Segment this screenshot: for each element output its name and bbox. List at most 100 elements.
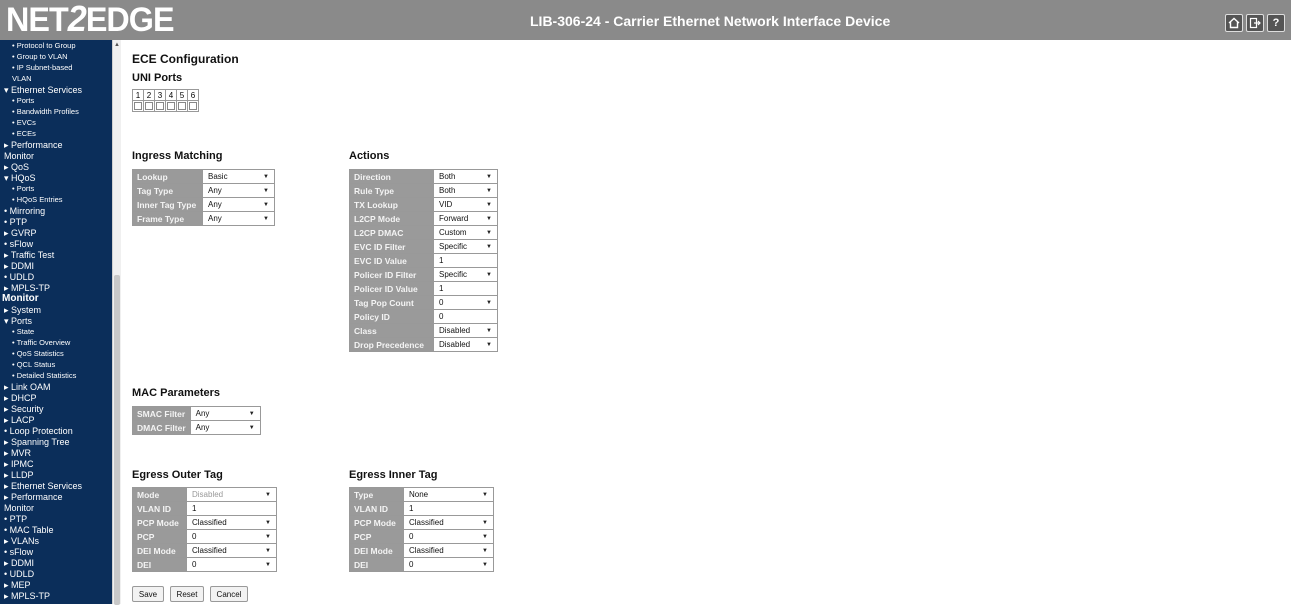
pcp-mode-select[interactable]: Classified ▼ <box>406 517 491 529</box>
sidebar-item-sflow[interactable]: • sFlow <box>4 547 33 557</box>
sidebar-item-udld[interactable]: • UDLD <box>4 569 34 579</box>
logout-icon[interactable] <box>1246 14 1264 32</box>
scrollbar-thumb[interactable] <box>114 275 120 605</box>
drop-precedence-select[interactable]: Disabled ▼ <box>436 339 495 351</box>
policer-id-value-input[interactable]: 1 <box>436 284 495 293</box>
sidebar-item-monitor[interactable]: Monitor <box>4 503 34 513</box>
sidebar-item-state[interactable]: • State <box>12 327 34 337</box>
sidebar-item-hqos-entries[interactable]: • HQoS Entries <box>12 195 63 205</box>
sidebar-item-ip-subnet-based[interactable]: • IP Subnet-based <box>12 63 72 73</box>
home-icon[interactable] <box>1225 14 1243 32</box>
sidebar-item-spanning-tree[interactable]: ▸ Spanning Tree <box>4 437 70 447</box>
sidebar-item-detailed-statistics[interactable]: • Detailed Statistics <box>12 371 76 381</box>
rule-type-select[interactable]: Both ▼ <box>436 185 495 197</box>
sidebar-item-dhcp[interactable]: ▸ DHCP <box>4 393 37 403</box>
sidebar-item-mvr[interactable]: ▸ MVR <box>4 448 31 458</box>
sidebar-item-vlan[interactable]: VLAN <box>12 74 32 84</box>
frame-type-select[interactable]: Any ▼ <box>205 213 272 225</box>
dei-mode-select[interactable]: Classified ▼ <box>406 545 491 557</box>
sidebar-item-ethernet-services[interactable]: ▾ Ethernet Services <box>4 85 82 95</box>
sidebar-item-traffic-overview[interactable]: • Traffic Overview <box>12 338 70 348</box>
cancel-button[interactable]: Cancel <box>210 586 248 602</box>
uni-port-checkbox[interactable] <box>178 102 186 111</box>
tx-lookup-select[interactable]: VID ▼ <box>436 199 495 211</box>
frame-type-value-cell: Any ▼ <box>202 211 275 226</box>
sidebar-item-link-oam[interactable]: ▸ Link OAM <box>4 382 51 392</box>
pcp-mode-select[interactable]: Classified ▼ <box>189 517 274 529</box>
sidebar-item-lacp[interactable]: ▸ LACP <box>4 415 35 425</box>
sidebar-item-mep[interactable]: ▸ MEP <box>4 580 31 590</box>
class-label: Class <box>349 323 434 338</box>
uni-port-checkbox[interactable] <box>189 102 197 111</box>
sidebar-item-qos[interactable]: ▸ QoS <box>4 162 29 172</box>
sidebar-item-protocol-to-group[interactable]: • Protocol to Group <box>12 41 76 51</box>
save-button[interactable]: Save <box>132 586 164 602</box>
sidebar-item-ethernet-services[interactable]: ▸ Ethernet Services <box>4 481 82 491</box>
sidebar-item-udld[interactable]: • UDLD <box>4 272 34 282</box>
sidebar-item-ptp[interactable]: • PTP <box>4 217 27 227</box>
pcp-select[interactable]: 0 ▼ <box>406 531 491 543</box>
direction-select[interactable]: Both ▼ <box>436 171 495 183</box>
sidebar-scrollbar[interactable]: ▲ <box>112 40 121 605</box>
sidebar-item-system[interactable]: ▸ System <box>4 305 41 315</box>
scroll-up-arrow-icon[interactable]: ▲ <box>113 42 121 48</box>
sidebar-item-performance[interactable]: ▸ Performance <box>4 140 63 150</box>
dei-select[interactable]: 0 ▼ <box>189 559 274 571</box>
l2cp-dmac-select[interactable]: Custom ▼ <box>436 227 495 239</box>
policer-id-filter-select[interactable]: Specific ▼ <box>436 269 495 281</box>
sidebar-item-mpls-tp[interactable]: ▸ MPLS-TP <box>4 591 50 601</box>
l2cp-mode-select[interactable]: Forward ▼ <box>436 213 495 225</box>
uni-port-checkbox[interactable] <box>167 102 175 111</box>
class-select[interactable]: Disabled ▼ <box>436 325 495 337</box>
sidebar-item-security[interactable]: ▸ Security <box>4 404 44 414</box>
sidebar-item-qos-statistics[interactable]: • QoS Statistics <box>12 349 64 359</box>
sidebar-item-group-to-vlan[interactable]: • Group to VLAN <box>12 52 68 62</box>
sidebar-item-performance[interactable]: ▸ Performance <box>4 492 63 502</box>
sidebar-item-mpls-tp[interactable]: ▸ MPLS-TP <box>4 283 50 293</box>
config-row: PCP Mode Classified ▼ <box>349 515 494 530</box>
sidebar-item-lldp[interactable]: ▸ LLDP <box>4 470 34 480</box>
uni-port-checkbox[interactable] <box>145 102 153 111</box>
policy-id-input[interactable]: 0 <box>436 312 495 321</box>
sidebar-item-ipmc[interactable]: ▸ IPMC <box>4 459 34 469</box>
sidebar-item-ddmi[interactable]: ▸ DDMI <box>4 558 34 568</box>
sidebar-item-ports[interactable]: • Ports <box>12 96 34 106</box>
sidebar-item-eces[interactable]: • ECEs <box>12 129 36 139</box>
lookup-select[interactable]: Basic ▼ <box>205 171 272 183</box>
sidebar-item-ddmi[interactable]: ▸ DDMI <box>4 261 34 271</box>
help-icon[interactable]: ? <box>1267 14 1285 32</box>
sidebar-item-vlans[interactable]: ▸ VLANs <box>4 536 39 546</box>
sidebar-item-qcl-status[interactable]: • QCL Status <box>12 360 55 370</box>
sidebar-item-monitor[interactable]: Monitor <box>4 151 34 161</box>
dei-select[interactable]: 0 ▼ <box>406 559 491 571</box>
sidebar-item-traffic-test[interactable]: ▸ Traffic Test <box>4 250 54 260</box>
smac-filter-select[interactable]: Any ▼ <box>193 408 258 420</box>
type-select[interactable]: None ▼ <box>406 489 491 501</box>
vlan-id-input[interactable]: 1 <box>189 504 274 513</box>
sidebar-item-loop-protection[interactable]: • Loop Protection <box>4 426 73 436</box>
vlan-id-input[interactable]: 1 <box>406 504 491 513</box>
sidebar-item-ptp[interactable]: • PTP <box>4 514 27 524</box>
inner-tag-type-select[interactable]: Any ▼ <box>205 199 272 211</box>
mac-parameters-title: MAC Parameters <box>132 387 221 399</box>
pcp-select[interactable]: 0 ▼ <box>189 531 274 543</box>
sidebar-item-hqos[interactable]: ▾ HQoS <box>4 173 36 183</box>
tag-pop-count-select[interactable]: 0 ▼ <box>436 297 495 309</box>
direction-selected-value: Both <box>439 172 456 181</box>
sidebar-item-mac-table[interactable]: • MAC Table <box>4 525 54 535</box>
tag-type-select[interactable]: Any ▼ <box>205 185 272 197</box>
sidebar-item-ports[interactable]: • Ports <box>12 184 34 194</box>
uni-port-checkbox[interactable] <box>156 102 164 111</box>
sidebar-item-mirroring[interactable]: • Mirroring <box>4 206 45 216</box>
sidebar-item-gvrp[interactable]: ▸ GVRP <box>4 228 37 238</box>
sidebar-item-evcs[interactable]: • EVCs <box>12 118 36 128</box>
sidebar-item-ports[interactable]: ▾ Ports <box>4 316 32 326</box>
sidebar-item-sflow[interactable]: • sFlow <box>4 239 33 249</box>
dmac-filter-select[interactable]: Any ▼ <box>193 422 258 434</box>
sidebar-item-bandwidth-profiles[interactable]: • Bandwidth Profiles <box>12 107 79 117</box>
reset-button[interactable]: Reset <box>170 586 204 602</box>
evc-id-value-input[interactable]: 1 <box>436 256 495 265</box>
dei-mode-select[interactable]: Classified ▼ <box>189 545 274 557</box>
evc-id-filter-select[interactable]: Specific ▼ <box>436 241 495 253</box>
uni-port-checkbox[interactable] <box>134 102 142 111</box>
